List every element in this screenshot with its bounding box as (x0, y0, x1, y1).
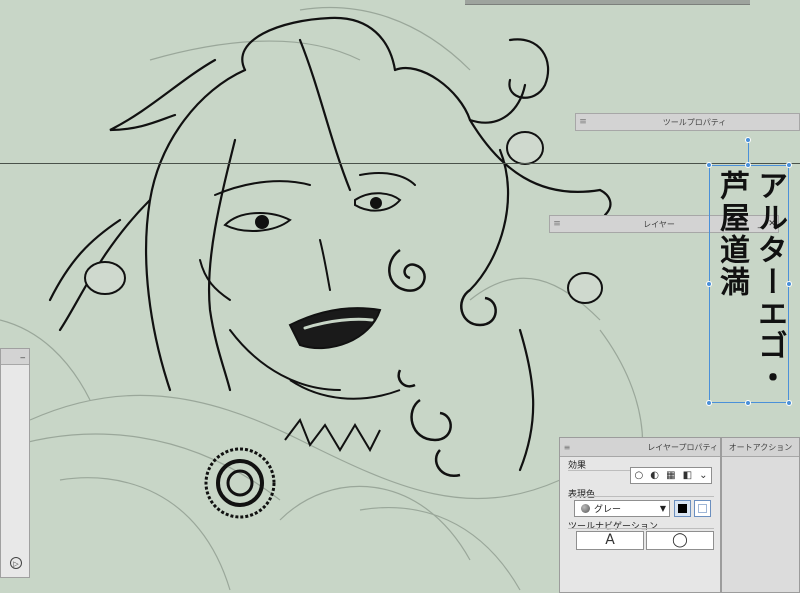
divider (568, 528, 714, 529)
resize-handle-top-left[interactable] (706, 162, 712, 168)
left-panel-minimize[interactable]: _ (1, 349, 29, 365)
main-color-swatch[interactable] (674, 500, 691, 517)
tone-effect-icon[interactable]: ◐ (650, 470, 659, 481)
text-line-1: アルターエゴ・ (752, 170, 787, 394)
grip-icon[interactable]: ≡ (550, 219, 564, 229)
auto-action-title: オートアクション (722, 438, 799, 457)
play-icon[interactable]: ▷ (10, 557, 22, 569)
sub-color-swatch[interactable] (694, 500, 711, 517)
divider (568, 470, 636, 471)
chevron-down-icon[interactable]: ⌄ (699, 470, 707, 481)
layer-property-title: レイヤープロパティ (647, 442, 718, 452)
resize-handle-bottom-left[interactable] (706, 400, 712, 406)
layer-property-panel[interactable]: ≡ レイヤープロパティ 効果 ○ ◐ ▦ ◧ ⌄ 表現色 グレー ▼ ツールナビ… (559, 437, 721, 593)
layer-color-icon[interactable]: ◧ (683, 470, 692, 481)
resize-handle-left[interactable] (706, 281, 712, 287)
resize-handle-bottom[interactable] (745, 400, 751, 406)
ruler-guide-line[interactable] (0, 163, 800, 164)
expression-color-value: グレー (594, 505, 622, 515)
chevron-down-icon: ▼ (659, 504, 667, 513)
grip-icon[interactable]: ≡ (576, 117, 590, 127)
expression-color-select[interactable]: グレー ▼ (574, 500, 670, 517)
gray-color-icon (581, 504, 590, 513)
resize-handle-top[interactable] (745, 162, 751, 168)
border-effect-icon[interactable]: ○ (635, 470, 644, 481)
tool-property-title: ツールプロパティ (662, 117, 727, 127)
auto-action-panel[interactable]: オートアクション (721, 437, 800, 593)
resize-handle-bottom-right[interactable] (786, 400, 792, 406)
pattern-effect-icon[interactable]: ▦ (666, 470, 675, 481)
tool-property-palette-bar[interactable]: ≡ ツールプロパティ (575, 113, 800, 131)
text-line-2: 芦屋道満 (714, 170, 749, 298)
resize-handle-top-right[interactable] (786, 162, 792, 168)
divider (568, 496, 714, 497)
balloon-tool-button[interactable]: ◯ (646, 531, 714, 550)
top-panel-edge (465, 0, 750, 5)
left-floating-panel[interactable]: _ ▷ (0, 348, 30, 578)
text-tool-button[interactable]: A (576, 531, 644, 550)
effect-buttons[interactable]: ○ ◐ ▦ ◧ ⌄ (630, 467, 712, 484)
resize-handle-right[interactable] (786, 281, 792, 287)
rotate-handle[interactable] (745, 137, 751, 143)
expression-color-label: 表現色 (568, 490, 596, 500)
speech-balloon-icon: ◯ (672, 532, 688, 548)
vertical-text-object[interactable]: アルターエゴ・ 芦屋道満 (709, 165, 789, 403)
grip-icon[interactable]: ≡ (560, 443, 574, 452)
